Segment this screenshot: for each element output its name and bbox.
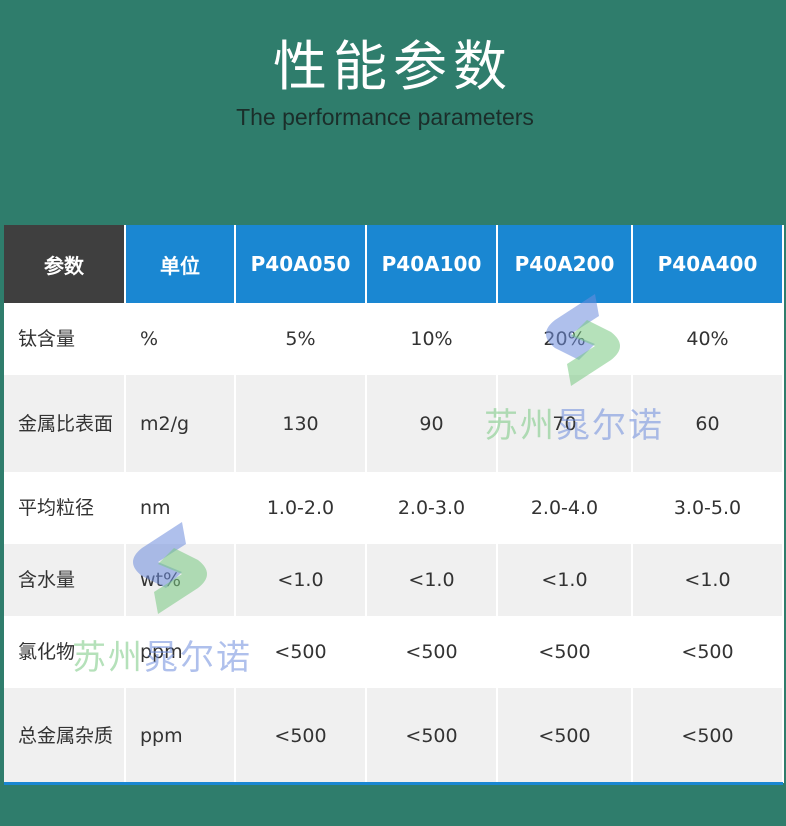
row-value: <500 [632, 616, 784, 688]
row-value: 3.0-5.0 [632, 472, 784, 544]
header-cell-unit: 单位 [125, 225, 236, 303]
row-label: 含水量 [4, 544, 126, 616]
header-cell-p40a200: P40A200 [497, 225, 633, 303]
row-value: 130 [235, 375, 367, 472]
row-label: 氯化物 [4, 616, 126, 688]
row-value: <1.0 [497, 544, 633, 616]
row-value: <500 [632, 688, 784, 783]
row-value: <500 [366, 688, 498, 783]
row-value: 20% [497, 303, 633, 375]
header-cell-p40a400: P40A400 [632, 225, 784, 303]
table-row: 含水量 wt% <1.0 <1.0 <1.0 <1.0 [4, 544, 784, 616]
header-cell-param: 参数 [4, 225, 126, 303]
row-value: 60 [632, 375, 784, 472]
row-unit: wt% [125, 544, 236, 616]
row-label: 平均粒径 [4, 472, 126, 544]
parameters-table: 参数 单位 P40A050 P40A100 P40A200 P40A400 钛含… [4, 225, 784, 783]
row-unit: nm [125, 472, 236, 544]
table-header-row: 参数 单位 P40A050 P40A100 P40A200 P40A400 [4, 225, 784, 303]
header-cell-p40a050: P40A050 [235, 225, 367, 303]
row-value: 40% [632, 303, 784, 375]
table-row: 氯化物 ppm <500 <500 <500 <500 [4, 616, 784, 688]
row-value: <1.0 [632, 544, 784, 616]
row-value: 2.0-3.0 [366, 472, 498, 544]
row-value: <500 [235, 688, 367, 783]
row-value: 70 [497, 375, 633, 472]
row-value: 5% [235, 303, 367, 375]
row-value: <500 [497, 616, 633, 688]
row-label: 总金属杂质 [4, 688, 126, 783]
row-value: <500 [366, 616, 498, 688]
table-row: 金属比表面 m2/g 130 90 70 60 [4, 375, 784, 472]
table-row: 总金属杂质 ppm <500 <500 <500 <500 [4, 688, 784, 783]
row-value: 90 [366, 375, 498, 472]
table-bottom-border [4, 782, 783, 785]
row-unit: ppm [125, 616, 236, 688]
row-unit: % [125, 303, 236, 375]
table-row: 钛含量 % 5% 10% 20% 40% [4, 303, 784, 375]
page-subtitle: The performance parameters [236, 104, 534, 130]
page-title: 性能参数 [273, 35, 513, 98]
row-label: 金属比表面 [4, 375, 126, 472]
header-cell-p40a100: P40A100 [366, 225, 498, 303]
row-value: <500 [235, 616, 367, 688]
row-value: 2.0-4.0 [497, 472, 633, 544]
row-value: <1.0 [366, 544, 498, 616]
row-value: 1.0-2.0 [235, 472, 367, 544]
row-value: <500 [497, 688, 633, 783]
row-value: 10% [366, 303, 498, 375]
row-value: <1.0 [235, 544, 367, 616]
row-unit: m2/g [125, 375, 236, 472]
table-row: 平均粒径 nm 1.0-2.0 2.0-3.0 2.0-4.0 3.0-5.0 [4, 472, 784, 544]
row-label: 钛含量 [4, 303, 126, 375]
row-unit: ppm [125, 688, 236, 783]
